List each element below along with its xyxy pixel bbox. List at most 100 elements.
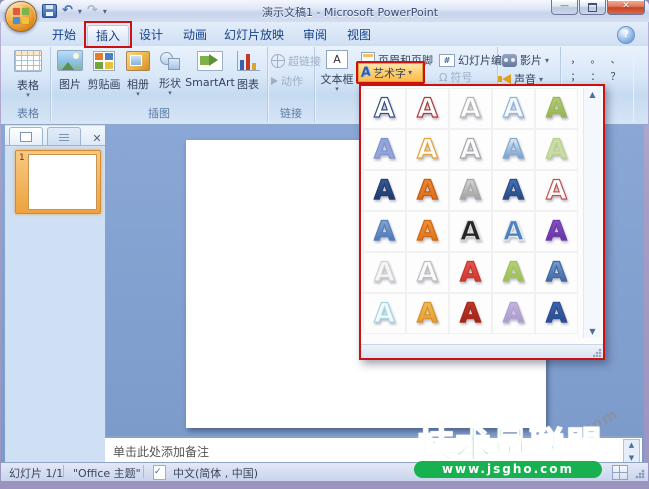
spellcheck-icon[interactable] <box>153 465 166 480</box>
wordart-style-option[interactable]: A <box>492 211 535 252</box>
tab-slideshow[interactable]: 幻灯片放映 <box>219 25 289 45</box>
wordart-style-option[interactable]: A <box>492 88 535 129</box>
action-icon <box>271 77 278 85</box>
scroll-up-icon[interactable]: ▲ <box>624 440 639 450</box>
special-symbol-button[interactable]: ； <box>565 70 586 85</box>
textbox-button[interactable]: A 文本框 ▾ <box>319 50 355 93</box>
special-symbol-button[interactable]: 。 <box>585 53 606 68</box>
photo-album-icon <box>126 51 150 71</box>
tab-outline[interactable] <box>47 127 81 145</box>
wordart-style-option[interactable]: A <box>492 293 535 334</box>
slide-thumbnail[interactable]: 1 <box>15 150 101 214</box>
undo-button[interactable]: ↶ <box>62 4 73 18</box>
tab-review[interactable]: 审阅 <box>295 25 335 45</box>
help-button[interactable]: ? <box>617 26 635 44</box>
wordart-style-option[interactable]: A <box>535 129 578 170</box>
notes-scrollbar[interactable]: ▲ ▼ <box>623 439 640 464</box>
wordart-style-option[interactable]: A <box>492 129 535 170</box>
fit-slide-button[interactable] <box>612 465 628 480</box>
outline-tab-icon <box>59 132 69 141</box>
wordart-style-option[interactable]: A <box>406 252 449 293</box>
wordart-style-option[interactable]: A <box>492 252 535 293</box>
chart-button[interactable]: 图表 <box>233 51 263 92</box>
picture-button[interactable]: 图片 <box>55 50 85 92</box>
scroll-down-icon[interactable]: ▼ <box>584 327 601 336</box>
slide-number-icon: # <box>439 53 455 67</box>
clipart-button[interactable]: 剪贴画 <box>87 51 121 92</box>
wordart-style-option[interactable]: A <box>363 293 406 334</box>
ribbon-group-table: 表格 ▾ 表格 <box>6 47 51 122</box>
tab-slides[interactable] <box>9 127 43 145</box>
clipart-icon <box>93 51 115 71</box>
tab-view[interactable]: 视图 <box>339 25 379 45</box>
special-symbols-grid: ，。、 ；：？ <box>565 53 625 85</box>
notes-placeholder[interactable]: 单击此处添加备注 <box>113 443 209 460</box>
office-logo-square <box>22 8 29 15</box>
wordart-style-option[interactable]: A <box>406 211 449 252</box>
qat-customize-icon[interactable]: ▾ <box>103 7 107 16</box>
undo-dropdown-icon[interactable]: ▾ <box>78 7 82 16</box>
special-symbol-button[interactable]: 、 <box>605 53 626 68</box>
movie-icon <box>502 53 517 67</box>
wordart-button[interactable]: A 艺术字 ▾ <box>356 61 425 84</box>
gallery-resize-grip[interactable] <box>593 348 602 357</box>
action-button[interactable]: 动作 <box>271 73 303 89</box>
wordart-style-option[interactable]: A <box>449 293 492 334</box>
scroll-up-icon[interactable]: ▲ <box>584 90 601 99</box>
wordart-letter: A <box>545 175 567 206</box>
tab-design[interactable]: 设计 <box>131 25 171 45</box>
save-icon[interactable] <box>42 4 57 18</box>
wordart-style-option[interactable]: A <box>535 252 578 293</box>
minimize-button[interactable]: — <box>551 0 578 15</box>
wordart-style-option[interactable]: A <box>535 293 578 334</box>
redo-button[interactable]: ↷ <box>87 4 98 18</box>
wordart-style-option[interactable]: A <box>406 170 449 211</box>
tab-animations[interactable]: 动画 <box>175 25 215 45</box>
gallery-scrollbar[interactable]: ▲ ▼ <box>583 88 601 338</box>
office-button[interactable] <box>5 1 37 32</box>
wordart-style-option[interactable]: A <box>449 211 492 252</box>
restore-button[interactable] <box>579 0 606 15</box>
wordart-style-option[interactable]: A <box>406 129 449 170</box>
photo-album-button[interactable]: 相册 ▾ <box>123 51 153 98</box>
wordart-style-option[interactable]: A <box>363 211 406 252</box>
language-indicator[interactable]: 中文(简体 , 中国) <box>173 465 258 481</box>
shapes-icon <box>159 51 181 70</box>
wordart-style-option[interactable]: A <box>535 88 578 129</box>
symbol-button[interactable]: Ω 符号 <box>439 69 472 85</box>
action-button-label: 动作 <box>281 75 303 88</box>
wordart-style-option[interactable]: A <box>406 88 449 129</box>
shapes-button[interactable]: 形状 ▾ <box>155 51 185 97</box>
special-symbol-button[interactable]: ： <box>585 70 606 85</box>
table-button[interactable]: 表格 ▾ <box>13 50 43 99</box>
wordart-style-option[interactable]: A <box>363 170 406 211</box>
wordart-style-option[interactable]: A <box>406 293 449 334</box>
tab-home[interactable]: 开始 <box>43 25 85 45</box>
hyperlink-button[interactable]: 超链接 <box>271 53 321 69</box>
wordart-letter: A <box>373 257 395 288</box>
wordart-style-option[interactable]: A <box>363 129 406 170</box>
wordart-style-option[interactable]: A <box>449 170 492 211</box>
powerpoint-window: ↶ ▾ ↷ ▾ 演示文稿1 - Microsoft PowerPoint — ✕… <box>0 0 649 489</box>
wordart-style-option[interactable]: A <box>449 252 492 293</box>
wordart-style-option[interactable]: A <box>535 170 578 211</box>
resize-grip[interactable] <box>635 469 645 479</box>
wordart-style-option[interactable]: A <box>449 129 492 170</box>
omega-icon: Ω <box>439 70 448 84</box>
movie-button[interactable]: 影片 ▾ <box>502 52 549 68</box>
panel-close-icon[interactable]: ✕ <box>89 132 105 145</box>
wordart-style-option[interactable]: A <box>363 252 406 293</box>
special-symbol-button[interactable]: ？ <box>605 70 626 85</box>
wordart-style-option[interactable]: A <box>449 88 492 129</box>
wordart-style-option[interactable]: A <box>363 88 406 129</box>
wordart-style-option[interactable]: A <box>492 170 535 211</box>
special-symbol-button[interactable]: ， <box>565 53 586 68</box>
close-button[interactable]: ✕ <box>607 0 645 15</box>
table-icon <box>14 50 42 72</box>
title-bar: ↶ ▾ ↷ ▾ 演示文稿1 - Microsoft PowerPoint — ✕ <box>0 0 649 32</box>
chevron-down-icon: ▾ <box>168 89 172 97</box>
smartart-button[interactable]: SmartArt <box>185 51 235 89</box>
wordart-style-option[interactable]: A <box>535 211 578 252</box>
group-label-table: 表格 <box>17 107 39 120</box>
wordart-letter: A <box>416 257 438 288</box>
